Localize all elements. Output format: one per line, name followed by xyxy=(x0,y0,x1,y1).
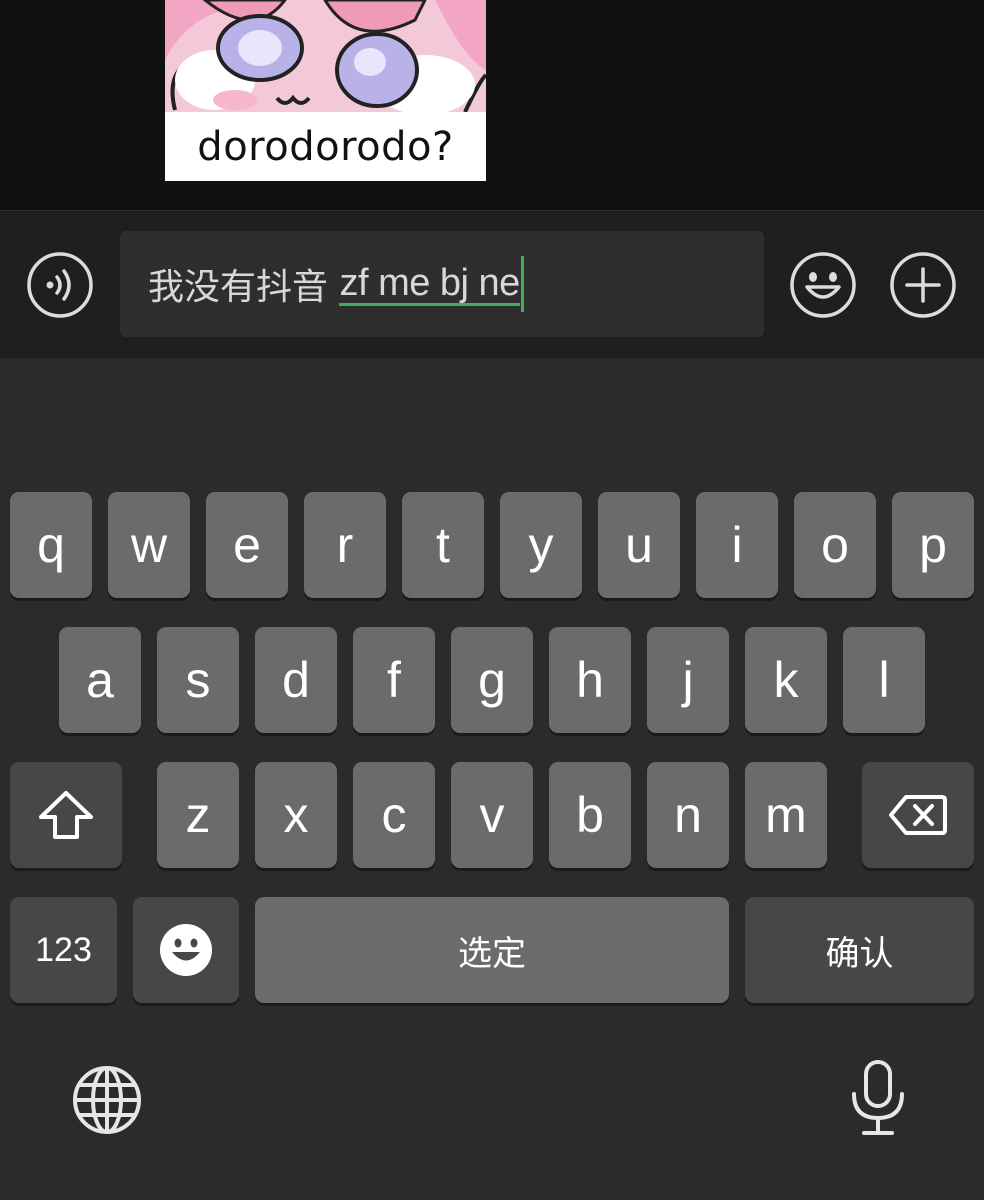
key-r[interactable]: r xyxy=(304,492,386,598)
shift-key[interactable] xyxy=(10,762,122,868)
text-caret xyxy=(520,256,524,312)
key-o[interactable]: o xyxy=(794,492,876,598)
emoji-key[interactable] xyxy=(133,897,239,1003)
microphone-icon[interactable] xyxy=(846,1058,910,1138)
voice-wave-icon[interactable] xyxy=(26,251,94,319)
message-input-bar: 我没有抖音 zf me bj ne xyxy=(0,210,984,359)
typed-text: 我没有抖音 xyxy=(148,267,340,308)
key-x[interactable]: x xyxy=(255,762,337,868)
smiley-face-icon[interactable] xyxy=(789,251,857,319)
shift-arrow-icon xyxy=(39,791,93,839)
emoji-icon xyxy=(160,924,212,976)
numbers-key[interactable]: 123 xyxy=(10,897,117,1003)
plus-circle-icon[interactable] xyxy=(889,251,957,319)
key-z[interactable]: z xyxy=(157,762,239,868)
key-w[interactable]: w xyxy=(108,492,190,598)
keyboard: q w e r t y u i o p a s d f g h j k l z … xyxy=(0,358,984,1200)
key-i[interactable]: i xyxy=(696,492,778,598)
key-b[interactable]: b xyxy=(549,762,631,868)
key-g[interactable]: g xyxy=(451,627,533,733)
key-n[interactable]: n xyxy=(647,762,729,868)
composing-text: zf me bj ne xyxy=(339,261,520,306)
key-e[interactable]: e xyxy=(206,492,288,598)
key-h[interactable]: h xyxy=(549,627,631,733)
key-k[interactable]: k xyxy=(745,627,827,733)
delete-key[interactable] xyxy=(862,762,974,868)
key-f[interactable]: f xyxy=(353,627,435,733)
key-y[interactable]: y xyxy=(500,492,582,598)
key-a[interactable]: a xyxy=(59,627,141,733)
chat-area: dorodorodo? xyxy=(0,0,984,210)
sticker-caption: dorodorodo? xyxy=(197,123,454,170)
sticker-artwork xyxy=(165,0,486,112)
globe-icon[interactable] xyxy=(72,1065,142,1135)
confirm-key[interactable]: 确认 xyxy=(745,897,974,1003)
key-v[interactable]: v xyxy=(451,762,533,868)
key-p[interactable]: p xyxy=(892,492,974,598)
key-q[interactable]: q xyxy=(10,492,92,598)
key-d[interactable]: d xyxy=(255,627,337,733)
sticker-image[interactable]: dorodorodo? xyxy=(165,0,486,181)
key-j[interactable]: j xyxy=(647,627,729,733)
key-s[interactable]: s xyxy=(157,627,239,733)
key-c[interactable]: c xyxy=(353,762,435,868)
backspace-icon xyxy=(889,795,947,835)
key-t[interactable]: t xyxy=(402,492,484,598)
key-u[interactable]: u xyxy=(598,492,680,598)
key-m[interactable]: m xyxy=(745,762,827,868)
space-select-key[interactable]: 选定 xyxy=(255,897,729,1003)
message-input[interactable]: 我没有抖音 zf me bj ne xyxy=(120,231,764,337)
key-l[interactable]: l xyxy=(843,627,925,733)
